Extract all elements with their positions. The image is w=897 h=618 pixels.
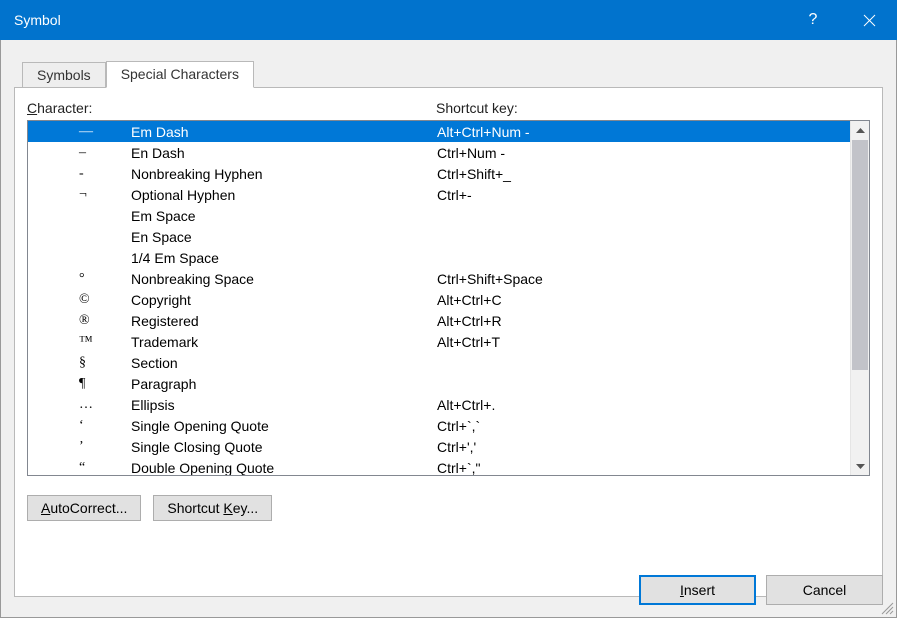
- cell-symbol: §: [28, 355, 131, 371]
- resize-grip[interactable]: [880, 601, 894, 615]
- cell-name: Single Opening Quote: [131, 418, 437, 434]
- insert-button[interactable]: Insert: [639, 575, 756, 605]
- list-item[interactable]: § Section: [28, 352, 850, 373]
- list-item[interactable]: Em Space: [28, 205, 850, 226]
- cell-shortcut: Alt+Ctrl+Num -: [437, 124, 850, 140]
- close-button[interactable]: [841, 0, 897, 40]
- panel-buttons: AutoCorrect... Shortcut Key...: [27, 476, 870, 521]
- chevron-down-icon: [856, 463, 865, 469]
- chevron-up-icon: [856, 128, 865, 134]
- list-item[interactable]: - Nonbreaking Hyphen Ctrl+Shift+_: [28, 163, 850, 184]
- list-item[interactable]: ‘ Single Opening Quote Ctrl+`,`: [28, 415, 850, 436]
- cell-shortcut: Ctrl+`,": [437, 460, 850, 476]
- cell-symbol: ¬: [28, 187, 131, 203]
- cell-shortcut: Ctrl+Shift+Space: [437, 271, 850, 287]
- column-header-shortcut: Shortcut key:: [436, 100, 870, 116]
- tab-special-characters-label: Special Characters: [121, 66, 239, 82]
- cell-name: Double Opening Quote: [131, 460, 437, 476]
- cancel-button[interactable]: Cancel: [766, 575, 883, 605]
- help-button[interactable]: ?: [785, 0, 841, 40]
- list-item[interactable]: — Em Dash Alt+Ctrl+Num -: [28, 121, 850, 142]
- cell-shortcut: Ctrl+Num -: [437, 145, 850, 161]
- list-item[interactable]: 1/4 Em Space: [28, 247, 850, 268]
- titlebar: Symbol ?: [0, 0, 897, 40]
- cell-symbol: “: [28, 460, 131, 476]
- list-item[interactable]: ¶ Paragraph: [28, 373, 850, 394]
- cell-shortcut: Ctrl+',': [437, 439, 850, 455]
- list-item[interactable]: ¬ Optional Hyphen Ctrl+-: [28, 184, 850, 205]
- cell-symbol: ¶: [28, 376, 131, 392]
- scrollbar-arrow-down[interactable]: [851, 456, 869, 475]
- cell-shortcut: Ctrl+-: [437, 187, 850, 203]
- cell-name: Single Closing Quote: [131, 439, 437, 455]
- list-item[interactable]: “ Double Opening Quote Ctrl+`,": [28, 457, 850, 475]
- cell-symbol: —: [28, 124, 131, 140]
- cell-name: Section: [131, 355, 437, 371]
- tab-strip: Symbols Special Characters: [1, 40, 896, 88]
- footer-buttons: Insert Cancel: [639, 575, 883, 605]
- cell-symbol: ’: [28, 439, 131, 455]
- tab-symbols-label: Symbols: [37, 67, 91, 83]
- list-item[interactable]: – En Dash Ctrl+Num -: [28, 142, 850, 163]
- list-item[interactable]: ° Nonbreaking Space Ctrl+Shift+Space: [28, 268, 850, 289]
- list-item[interactable]: … Ellipsis Alt+Ctrl+.: [28, 394, 850, 415]
- cell-name: Registered: [131, 313, 437, 329]
- cell-name: Nonbreaking Space: [131, 271, 437, 287]
- list-item[interactable]: ’ Single Closing Quote Ctrl+',': [28, 436, 850, 457]
- tab-panel: Character: Shortcut key: — Em Dash Alt+C…: [14, 87, 883, 597]
- cell-symbol: ®: [28, 313, 131, 329]
- autocorrect-button[interactable]: AutoCorrect...: [27, 495, 141, 521]
- list-item[interactable]: © Copyright Alt+Ctrl+C: [28, 289, 850, 310]
- character-list: — Em Dash Alt+Ctrl+Num - – En Dash Ctrl+…: [27, 120, 870, 476]
- cell-symbol: …: [28, 397, 131, 413]
- cell-shortcut: Ctrl+`,`: [437, 418, 850, 434]
- cell-symbol: ™: [28, 334, 131, 350]
- column-headers: Character: Shortcut key:: [27, 100, 870, 120]
- cell-name: 1/4 Em Space: [131, 250, 437, 266]
- tab-special-characters[interactable]: Special Characters: [106, 61, 254, 88]
- scrollbar[interactable]: [850, 121, 869, 475]
- column-header-character: Character:: [27, 100, 436, 116]
- cell-symbol: ‘: [28, 418, 131, 434]
- cell-name: Paragraph: [131, 376, 437, 392]
- close-icon: [863, 14, 876, 27]
- dialog-body: Symbols Special Characters Character: Sh…: [0, 40, 897, 618]
- tab-symbols[interactable]: Symbols: [22, 62, 106, 89]
- cell-symbol: ©: [28, 292, 131, 308]
- cell-shortcut: Ctrl+Shift+_: [437, 166, 850, 182]
- cell-name: Nonbreaking Hyphen: [131, 166, 437, 182]
- dialog-title: Symbol: [14, 12, 61, 28]
- cell-name: Trademark: [131, 334, 437, 350]
- cell-name: En Dash: [131, 145, 437, 161]
- shortcut-key-button[interactable]: Shortcut Key...: [153, 495, 272, 521]
- cell-name: Copyright: [131, 292, 437, 308]
- help-icon: ?: [809, 11, 818, 29]
- cell-name: Optional Hyphen: [131, 187, 437, 203]
- cell-name: Em Space: [131, 208, 437, 224]
- cell-symbol: -: [28, 166, 131, 182]
- cell-symbol: –: [28, 145, 131, 161]
- list-item[interactable]: ™ Trademark Alt+Ctrl+T: [28, 331, 850, 352]
- list-item[interactable]: ® Registered Alt+Ctrl+R: [28, 310, 850, 331]
- cell-shortcut: Alt+Ctrl+R: [437, 313, 850, 329]
- cell-name: Em Dash: [131, 124, 437, 140]
- resize-grip-icon: [880, 601, 894, 615]
- titlebar-buttons: ?: [785, 0, 897, 40]
- cell-symbol: °: [28, 271, 131, 287]
- cell-name: Ellipsis: [131, 397, 437, 413]
- scrollbar-arrow-up[interactable]: [851, 121, 869, 140]
- cell-shortcut: Alt+Ctrl+T: [437, 334, 850, 350]
- list-item[interactable]: En Space: [28, 226, 850, 247]
- cell-name: En Space: [131, 229, 437, 245]
- scrollbar-thumb[interactable]: [852, 140, 868, 370]
- cell-shortcut: Alt+Ctrl+C: [437, 292, 850, 308]
- character-list-rows[interactable]: — Em Dash Alt+Ctrl+Num - – En Dash Ctrl+…: [28, 121, 850, 475]
- cell-shortcut: Alt+Ctrl+.: [437, 397, 850, 413]
